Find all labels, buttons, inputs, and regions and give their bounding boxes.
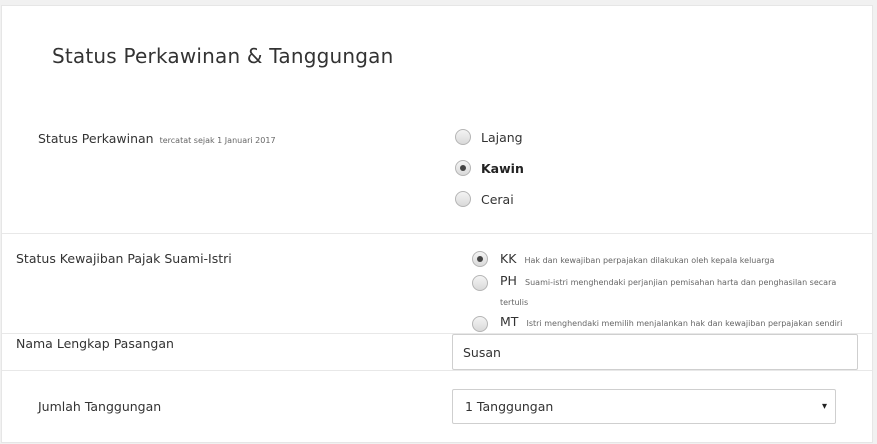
nama-pasangan-label: Nama Lengkap Pasangan: [16, 336, 174, 351]
radio-circle-kk[interactable]: [472, 251, 488, 267]
status-perkawinan-note: tercatat sejak 1 Januari 2017: [159, 136, 276, 145]
radio-circle-ph[interactable]: [472, 275, 488, 291]
option-desc-mt: Istri menghendaki memilih menjalankan ha…: [526, 319, 843, 328]
radio-cerai[interactable]: Cerai: [455, 191, 514, 207]
chevron-down-icon: ▾: [821, 401, 827, 412]
radio-circle-mt[interactable]: [472, 316, 488, 332]
section-title: Status Perkawinan & Tanggungan: [52, 44, 394, 68]
divider: [2, 370, 872, 371]
radio-circle-lajang[interactable]: [455, 129, 471, 145]
option-text-ph: PH Suami-istri menghendaki perjanjian pe…: [500, 271, 845, 311]
option-code-kk: KK: [500, 251, 517, 266]
jumlah-tanggungan-select[interactable]: 1 Tanggungan ▾: [452, 389, 836, 424]
divider: [2, 233, 872, 234]
radio-label-cerai: Cerai: [481, 191, 514, 207]
radio-lajang[interactable]: Lajang: [455, 129, 523, 145]
radio-ph[interactable]: PH Suami-istri menghendaki perjanjian pe…: [472, 271, 845, 311]
radio-label-lajang: Lajang: [481, 129, 523, 145]
option-desc-ph: Suami-istri menghendaki perjanjian pemis…: [500, 278, 837, 307]
radio-kk[interactable]: KK Hak dan kewajiban perpajakan dilakuka…: [472, 249, 845, 269]
option-desc-kk: Hak dan kewajiban perpajakan dilakukan o…: [524, 256, 775, 265]
radio-circle-cerai[interactable]: [455, 191, 471, 207]
kewajiban-pajak-label: Status Kewajiban Pajak Suami-Istri: [16, 251, 232, 266]
radio-kawin[interactable]: Kawin: [455, 160, 524, 176]
radio-label-kawin: Kawin: [481, 160, 524, 176]
select-value: 1 Tanggungan: [465, 399, 554, 414]
option-text-mt: MT Istri menghendaki memilih menjalankan…: [500, 312, 845, 332]
jumlah-tanggungan-label: Jumlah Tanggungan: [38, 399, 162, 414]
status-perkawinan-text: Status Perkawinan: [38, 131, 154, 146]
nama-pasangan-input[interactable]: [452, 334, 858, 370]
option-text-kk: KK Hak dan kewajiban perpajakan dilakuka…: [500, 249, 845, 269]
radio-mt[interactable]: MT Istri menghendaki memilih menjalankan…: [472, 312, 845, 332]
form-card: Status Perkawinan & Tanggungan Status Pe…: [1, 5, 873, 443]
status-perkawinan-label: Status Perkawinan tercatat sejak 1 Janua…: [38, 131, 276, 146]
option-code-ph: PH: [500, 273, 517, 288]
radio-circle-kawin[interactable]: [455, 160, 471, 176]
option-code-mt: MT: [500, 314, 519, 329]
